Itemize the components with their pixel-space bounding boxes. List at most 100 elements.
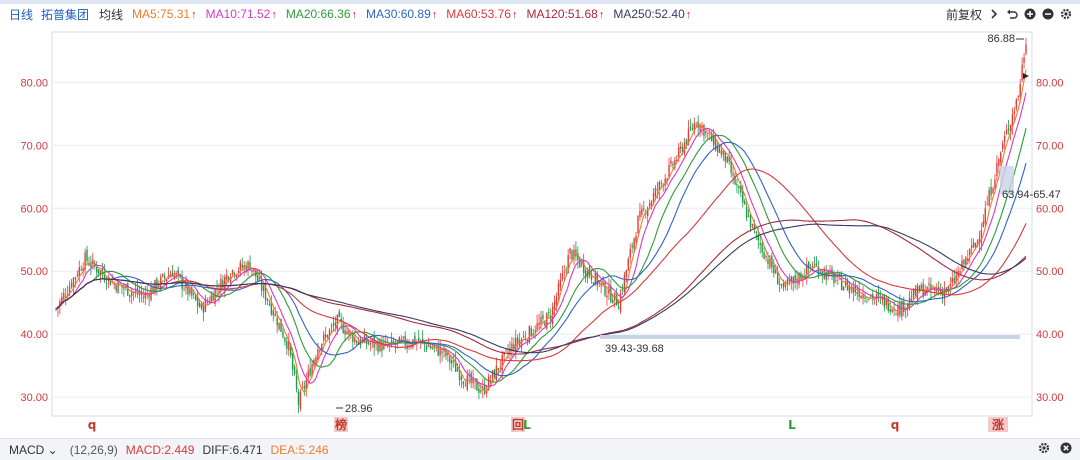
candle-body <box>456 368 459 372</box>
zoom-in-icon[interactable] <box>1024 8 1036 20</box>
candle-body <box>295 375 298 390</box>
range-label-right: 63.94-65.47 <box>1002 189 1061 201</box>
signal-marker[interactable]: 涨 <box>992 417 1004 432</box>
signal-marker[interactable]: q <box>88 418 97 432</box>
candle-body <box>193 293 195 295</box>
high-price-label: 86.88 <box>987 33 1015 45</box>
candle-body <box>449 356 451 363</box>
signal-marker[interactable]: L <box>788 418 796 432</box>
candle-body <box>627 258 629 271</box>
candle-body <box>972 242 975 247</box>
candle-body <box>282 331 284 338</box>
candle-body <box>553 301 556 310</box>
indicator-selector[interactable]: MACD ⌄ <box>9 443 58 457</box>
candle-body <box>330 326 333 327</box>
candle-body <box>751 223 754 226</box>
ma-line-ma20 <box>55 128 1027 383</box>
candle-body <box>231 270 234 275</box>
candle-body <box>641 208 643 215</box>
candle-body <box>678 147 680 157</box>
indicator-settings-icon[interactable] <box>1038 442 1050 454</box>
candle-body <box>462 382 465 385</box>
candle-body <box>910 298 913 301</box>
candle-body <box>835 280 837 281</box>
signal-marker[interactable]: L <box>523 418 531 432</box>
settings-icon[interactable] <box>1060 8 1072 20</box>
candle-body <box>90 263 92 267</box>
candle-body <box>916 285 919 299</box>
candle-body <box>747 215 750 217</box>
arrow-up-icon: ↑ <box>511 9 518 21</box>
candle-body <box>299 391 302 409</box>
candle-body <box>427 346 430 347</box>
candle-body <box>765 256 767 258</box>
candle-body <box>1003 136 1006 143</box>
candle-body <box>542 314 544 319</box>
dea-value: DEA:5.246 <box>270 443 329 457</box>
line-type-selector[interactable]: 均线 <box>99 6 123 23</box>
signal-marker[interactable]: 榜 <box>335 417 347 432</box>
candle-body <box>323 334 325 341</box>
kline-chart[interactable]: 80.00 80.00 70.00 70.00 60.00 60.00 50.00 50.00… <box>0 24 1080 438</box>
candle-body <box>970 245 973 249</box>
candle-body <box>738 186 740 188</box>
candle-body <box>134 290 137 292</box>
candle-body <box>497 368 500 371</box>
candle-body <box>253 269 255 272</box>
candle-body <box>594 272 597 285</box>
ma-lines <box>55 69 1027 394</box>
candle-body <box>346 331 348 335</box>
candle-body <box>226 274 228 280</box>
candle-body <box>712 135 715 145</box>
candle-body <box>408 344 410 346</box>
candle-body <box>117 281 119 294</box>
candle-body <box>187 282 189 295</box>
y-tick-label-left: 70.00 <box>20 140 48 152</box>
candle-body <box>912 289 915 299</box>
stock-name[interactable]: 拓普集团 <box>41 6 89 23</box>
candle-body <box>262 286 265 291</box>
candle-body <box>183 289 185 291</box>
candle-body <box>1000 152 1002 163</box>
chevron-right-icon[interactable] <box>988 8 1000 20</box>
candle-body <box>654 188 657 197</box>
candle-body <box>505 349 507 351</box>
arrow-up-icon: ↑ <box>685 9 692 21</box>
candle-body <box>177 269 179 274</box>
y-tick-label-right: 30.00 <box>1036 392 1064 404</box>
candle-body <box>307 370 309 379</box>
candle-body <box>113 283 115 285</box>
candle-body <box>557 283 560 296</box>
candle-body <box>425 345 428 350</box>
candle-body <box>162 274 164 277</box>
ma-legend-item: MA30:60.89↑ <box>366 7 438 21</box>
candle-body <box>759 243 761 246</box>
candle-body <box>732 173 734 176</box>
candle-body <box>1023 57 1025 63</box>
candle-body <box>639 210 641 218</box>
zoom-out-icon[interactable] <box>1042 8 1054 20</box>
arrow-up-icon: ↑ <box>598 9 605 21</box>
period-selector[interactable]: 日线 <box>9 6 33 23</box>
candle-body <box>650 201 653 206</box>
candle-body <box>976 240 979 243</box>
candle-body <box>555 296 558 305</box>
indicator-close-icon[interactable] <box>1060 442 1072 454</box>
y-tick-label-left: 60.00 <box>20 203 48 215</box>
candle-body <box>996 162 998 177</box>
candle-body <box>194 295 197 300</box>
candle-body <box>1007 128 1010 131</box>
signal-marker[interactable]: q <box>891 418 900 432</box>
annotations: 86.88 28.96 39.43-39.68 63.94-65.47 <box>336 33 1061 415</box>
undo-icon[interactable] <box>1006 8 1018 20</box>
candle-body <box>612 299 614 303</box>
candle-body <box>517 337 519 344</box>
candle-body <box>76 274 79 276</box>
candle-body <box>534 330 536 333</box>
candle-body <box>257 275 259 282</box>
candle-body <box>198 302 201 308</box>
adjust-selector[interactable]: 前复权 <box>946 6 982 23</box>
candle-body <box>598 282 600 285</box>
candle-body <box>130 292 133 296</box>
candle-body <box>237 271 240 273</box>
